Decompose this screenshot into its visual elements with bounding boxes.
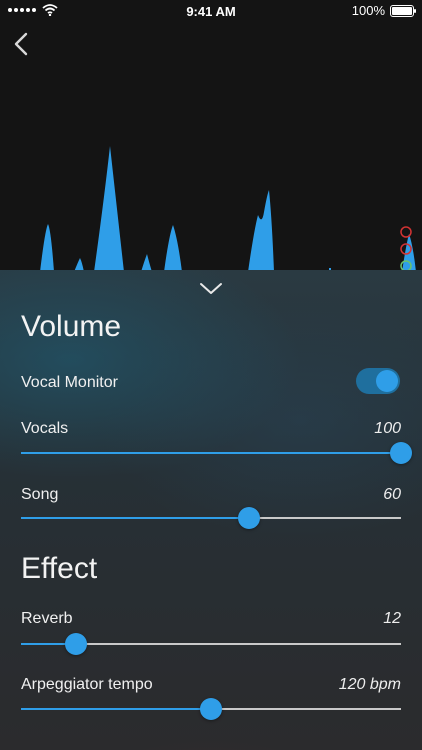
vocals-slider[interactable] <box>21 441 412 465</box>
vocal-monitor-toggle[interactable] <box>356 368 400 394</box>
collapse-button[interactable] <box>199 280 223 296</box>
settings-sheet: Volume Vocal Monitor Vocals 100 Song 60 … <box>0 270 422 750</box>
vocals-label: Vocals <box>21 420 69 437</box>
slider-fill <box>21 708 211 710</box>
effect-title: Effect <box>21 552 98 585</box>
waveform-peak <box>164 225 182 272</box>
waveform <box>40 146 416 272</box>
song-label: Song <box>21 486 59 503</box>
slider-fill <box>21 517 249 519</box>
slider-thumb[interactable] <box>200 698 222 720</box>
reverb-value: 12 <box>383 610 401 627</box>
arpeggiator-slider[interactable] <box>21 697 401 721</box>
vocal-monitor-label: Vocal Monitor <box>21 374 118 391</box>
waveform-peak <box>40 224 54 272</box>
waveform-peak <box>94 146 124 272</box>
vocals-value: 100 <box>374 420 401 437</box>
toggle-knob <box>376 370 398 392</box>
volume-title: Volume <box>21 310 122 343</box>
marker-red-1 <box>400 226 412 238</box>
slider-thumb[interactable] <box>238 507 260 529</box>
song-slider[interactable] <box>21 506 401 530</box>
arpeggiator-label: Arpeggiator tempo <box>21 676 153 693</box>
chevron-down-icon <box>200 283 222 294</box>
reverb-label: Reverb <box>21 610 73 627</box>
reverb-slider[interactable] <box>21 632 401 656</box>
slider-thumb[interactable] <box>65 633 88 655</box>
arpeggiator-value: 120 bpm <box>338 676 401 693</box>
waveform-peak <box>248 190 274 272</box>
slider-fill <box>21 452 401 454</box>
song-value: 60 <box>383 486 401 503</box>
slider-thumb[interactable] <box>390 442 412 464</box>
